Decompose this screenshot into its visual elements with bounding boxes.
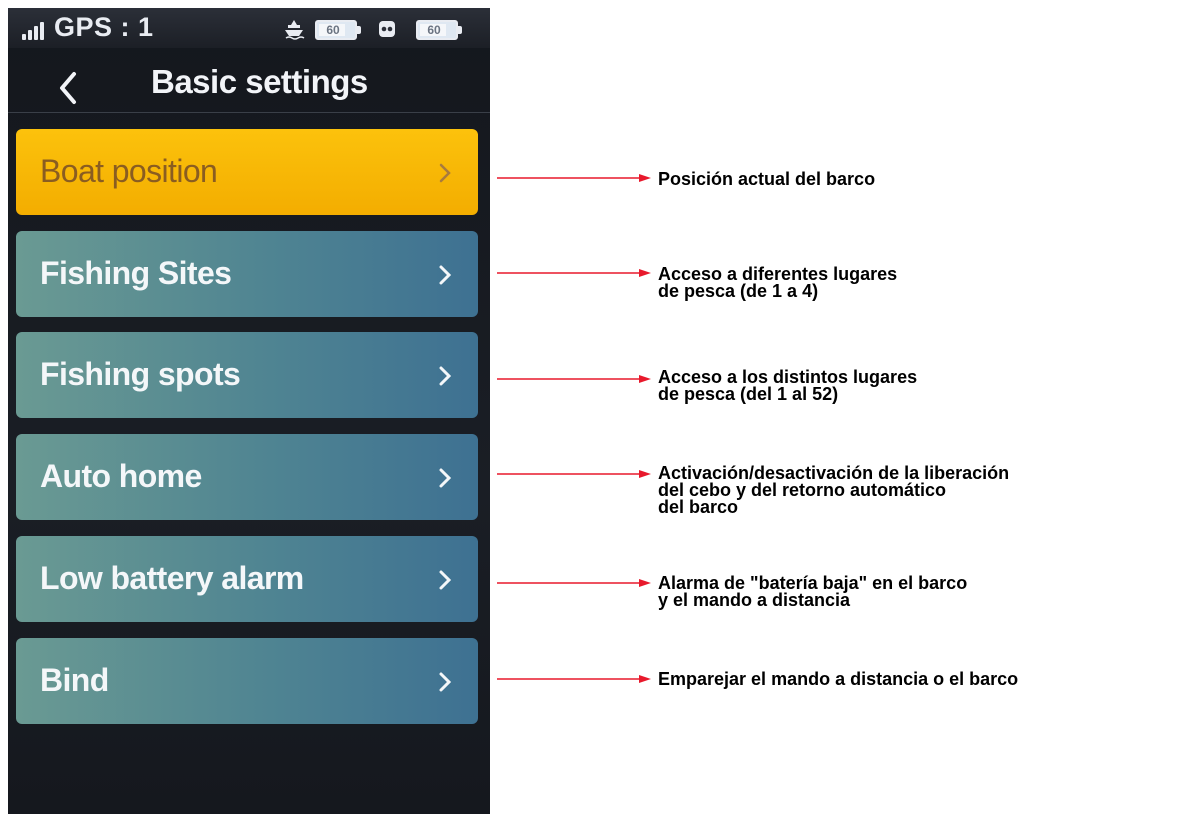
boat-battery-level: 60	[326, 23, 340, 37]
page-title: Basic settings	[151, 63, 368, 100]
chevron-right-icon	[439, 366, 452, 386]
device-screen: GPS : 1 60 60 Basic settings Boat positi…	[8, 8, 490, 814]
chevron-right-icon	[439, 468, 452, 488]
menu-item-fishing-sites[interactable]: Fishing Sites	[16, 231, 478, 317]
menu-item-auto-home[interactable]: Auto home	[16, 434, 478, 520]
gps-status: GPS : 1	[54, 12, 154, 42]
annotation-arrow	[497, 174, 651, 182]
remote-battery-level: 60	[427, 23, 441, 37]
annotation-boat-position: Posición actual del barco	[658, 169, 876, 189]
chevron-right-icon	[439, 570, 452, 590]
annotation-arrow	[497, 375, 651, 383]
annotation-low-battery-alarm: Alarma de "batería baja" en el barco y e…	[658, 573, 968, 610]
annotation-auto-home: Activación/desactivación de la liberació…	[658, 463, 1010, 517]
chevron-right-icon	[439, 672, 452, 692]
menu-item-boat-position[interactable]: Boat position	[16, 129, 478, 215]
menu-item-label: Bind	[40, 662, 109, 698]
menu-item-label: Boat position	[40, 153, 218, 189]
menu-item-low-battery-alarm[interactable]: Low battery alarm	[16, 536, 478, 622]
annotation-fishing-sites: Acceso a diferentes lugares de pesca (de…	[658, 264, 898, 301]
annotation-fishing-spots: Acceso a los distintos lugares de pesca …	[658, 367, 918, 404]
menu-item-bind[interactable]: Bind	[16, 638, 478, 724]
menu-item-label: Low battery alarm	[40, 560, 304, 596]
boat-battery-icon: 60	[315, 20, 361, 40]
annotation-arrow	[497, 269, 651, 277]
menu-item-label: Fishing spots	[40, 356, 241, 392]
chevron-right-icon	[439, 265, 452, 285]
annotation-arrow	[497, 579, 651, 587]
remote-battery-icon: 60	[416, 20, 462, 40]
back-chevron-left-icon[interactable]	[56, 70, 80, 106]
status-bar: GPS : 1 60 60	[8, 8, 490, 48]
menu-item-fishing-spots[interactable]: Fishing spots	[16, 332, 478, 418]
menu-item-label: Auto home	[40, 458, 202, 494]
signal-icon	[22, 20, 48, 40]
chevron-right-icon	[439, 163, 451, 183]
remote-icon	[379, 21, 395, 37]
menu-item-label: Fishing Sites	[40, 255, 232, 291]
annotation-arrow	[497, 675, 651, 683]
annotation-bind: Emparejar el mando a distancia o el barc…	[658, 669, 1019, 689]
boat-icon	[285, 20, 305, 40]
annotation-arrow	[497, 470, 651, 478]
